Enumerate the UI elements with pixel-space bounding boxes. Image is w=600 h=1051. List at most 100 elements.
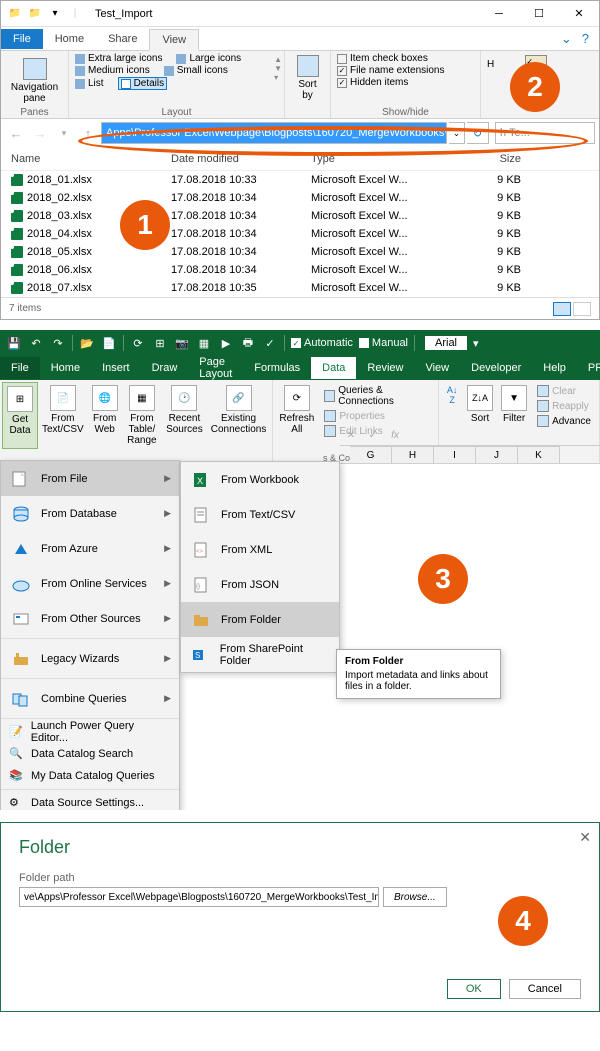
pro-tab[interactable]: PRO [577,357,600,379]
from-json-menuitem[interactable]: {} From JSON [181,567,339,602]
table-icon[interactable]: ▦ [196,335,212,351]
refresh-all-button[interactable]: ⟳Refresh All [275,382,318,449]
cancel-formula-icon[interactable]: ✕ [340,430,362,441]
developer-tab[interactable]: Developer [460,357,532,379]
extra-large-icons-button[interactable]: Extra large icons [75,53,162,64]
from-workbook-menuitem[interactable]: X From Workbook [181,462,339,497]
file-row[interactable]: 2018_05.xlsx17.08.2018 10:34Microsoft Ex… [1,243,599,261]
launch-power-query-menuitem[interactable]: 📝Launch Power Query Editor... [1,721,179,743]
hidden-items-checkbox[interactable]: ✓Hidden items [337,77,474,88]
layout-scroll-up-icon[interactable]: ▲ [274,55,282,64]
ok-button[interactable]: OK [447,979,501,999]
file-tab[interactable]: File [1,29,43,49]
insert-tab[interactable]: Insert [91,357,141,379]
small-icons-button[interactable]: Small icons [164,65,228,76]
from-web-button[interactable]: 🌐From Web [88,382,122,449]
view-tab[interactable]: View [414,357,460,379]
clear-button[interactable]: Clear [533,384,595,398]
sort-by-button[interactable]: Sort by [291,53,324,103]
column-header[interactable]: G [350,446,392,464]
cancel-button[interactable]: Cancel [509,979,581,999]
data-tab[interactable]: Data [311,357,356,379]
review-tab[interactable]: Review [356,357,414,379]
qat-dropdown-icon[interactable]: ▾ [47,6,63,22]
legacy-wizards-menuitem[interactable]: Legacy Wizards▶ [1,641,179,676]
thumbnails-view-toggle[interactable] [573,302,591,316]
folder-path-input[interactable]: ve\Apps\Professor Excel\Webpage\Blogpost… [19,887,379,907]
spellcheck-icon[interactable]: ✓ [262,335,278,351]
accept-formula-icon[interactable]: ✓ [362,430,384,441]
help-tab[interactable]: Help [532,357,577,379]
worksheet-grid[interactable]: ✕ ✓ fx GHIJK [350,426,600,464]
from-file-menuitem[interactable]: From File▶ [1,461,179,496]
filename-ext-checkbox[interactable]: ✓File name extensions [337,65,474,76]
file-row[interactable]: 2018_03.xlsx17.08.2018 10:34Microsoft Ex… [1,207,599,225]
from-sharepoint-folder-menuitem[interactable]: S From SharePoint Folder [181,637,339,672]
home-tab[interactable]: Home [40,357,91,379]
minimize-button[interactable]: ─ [479,1,519,27]
new-icon[interactable]: 📄 [101,335,117,351]
from-text-csv-menuitem[interactable]: From Text/CSV [181,497,339,532]
large-icons-button[interactable]: Large icons [176,53,241,64]
combine-queries-menuitem[interactable]: Combine Queries▶ [1,681,179,716]
automatic-checkbox[interactable]: ✓Automatic [291,337,353,349]
close-button[interactable]: ✕ [559,1,599,27]
from-table-range-button[interactable]: ▦From Table/ Range [122,382,162,449]
from-other-sources-menuitem[interactable]: From Other Sources▶ [1,601,179,636]
refresh-icon[interactable]: ⟳ [130,335,146,351]
layout-scroll-down-icon[interactable]: ▼ [274,64,282,73]
share-tab[interactable]: Share [96,29,149,49]
item-checkboxes-checkbox[interactable]: Item check boxes [337,53,474,64]
file-row[interactable]: 2018_06.xlsx17.08.2018 10:34Microsoft Ex… [1,261,599,279]
properties-button[interactable]: Properties [320,409,434,423]
reapply-button[interactable]: Reapply [533,399,595,413]
help-icon[interactable]: ? [582,31,589,47]
name-header[interactable]: Name [11,153,171,165]
queries-connections-button[interactable]: Queries & Connections [320,384,434,408]
forward-button[interactable]: → [29,122,51,144]
data-source-settings-menuitem[interactable]: ⚙Data Source Settings... [1,792,179,810]
redo-icon[interactable]: ↷ [50,335,66,351]
existing-connections-button[interactable]: 🔗Existing Connections [207,382,271,449]
medium-icons-button[interactable]: Medium icons [75,65,150,76]
font-selector[interactable]: Arial [425,336,467,350]
print-icon[interactable]: 🖶 [240,335,256,351]
camera-icon[interactable]: 📷 [174,335,190,351]
from-xml-menuitem[interactable]: <> From XML [181,532,339,567]
file-row[interactable]: 2018_02.xlsx17.08.2018 10:34Microsoft Ex… [1,189,599,207]
recent-dropdown-icon[interactable]: ▾ [53,122,75,144]
from-database-menuitem[interactable]: From Database▶ [1,496,179,531]
get-data-button[interactable]: ⊞Get Data [2,382,38,449]
back-button[interactable]: ← [5,122,27,144]
ribbon-collapse-icon[interactable]: ⌄ [561,31,572,47]
border-icon[interactable]: ⊞ [152,335,168,351]
macro-icon[interactable]: ▶ [218,335,234,351]
dialog-close-button[interactable]: ✕ [579,829,591,846]
size-header[interactable]: Size [451,153,521,165]
browse-button[interactable]: Browse... [383,887,447,907]
column-header[interactable]: H [392,446,434,464]
save-icon[interactable]: 💾 [6,335,22,351]
view-tab[interactable]: View [149,29,199,51]
navigation-pane-button[interactable]: Navigation pane [7,53,62,109]
from-folder-menuitem[interactable]: From Folder [181,602,339,637]
details-button[interactable]: Details [118,77,168,90]
file-tab[interactable]: File [0,357,40,379]
column-header[interactable]: K [518,446,560,464]
file-row[interactable]: 2018_01.xlsx17.08.2018 10:33Microsoft Ex… [1,171,599,189]
my-catalog-queries-menuitem[interactable]: 📚My Data Catalog Queries [1,765,179,787]
file-row[interactable]: 2018_04.xlsx17.08.2018 10:34Microsoft Ex… [1,225,599,243]
manual-checkbox[interactable]: Manual [359,337,408,349]
from-online-services-menuitem[interactable]: From Online Services▶ [1,566,179,601]
from-azure-menuitem[interactable]: From Azure▶ [1,531,179,566]
fx-icon[interactable]: fx [384,430,406,441]
font-dropdown-icon[interactable]: ▾ [473,337,479,350]
column-header[interactable]: J [476,446,518,464]
data-catalog-search-menuitem[interactable]: 🔍Data Catalog Search [1,743,179,765]
home-tab[interactable]: Home [43,29,96,49]
recent-sources-button[interactable]: 🕑Recent Sources [162,382,207,449]
undo-icon[interactable]: ↶ [28,335,44,351]
formulas-tab[interactable]: Formulas [243,357,311,379]
list-button[interactable]: List [75,78,104,89]
file-row[interactable]: 2018_07.xlsx17.08.2018 10:35Microsoft Ex… [1,279,599,297]
